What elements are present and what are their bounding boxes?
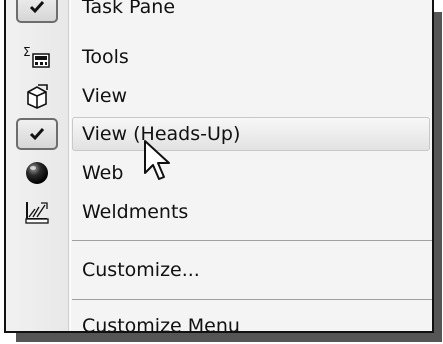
menu-item-label: View [82,85,128,107]
web-sphere-icon [18,159,56,187]
menu-item-view[interactable]: View [6,77,432,115]
menu-item-label: Tools [82,46,129,68]
menu-separator [72,299,432,300]
menu-item-weldments[interactable]: Weldments [6,193,432,231]
checked-state-box [16,118,58,150]
tools-icon: Σ [18,43,56,71]
view-cube-icon [18,82,56,110]
menu-item-label: Customize... [82,259,200,281]
menu-separator [72,240,432,241]
menu-item-view-heads-up[interactable]: View (Heads-Up) [6,115,432,153]
checked-state-box [16,0,58,23]
menu-item-web[interactable]: Web [6,154,432,192]
menu-item-tools[interactable]: Σ Tools [6,38,432,76]
context-menu: Task Pane Σ Tools View View (Heads-Up) W… [4,0,434,333]
weldments-icon [18,198,56,226]
menu-item-task-pane[interactable]: Task Pane [6,0,432,26]
menu-item-label: Customize Menu [82,315,240,333]
menu-item-customize-menu[interactable]: Customize Menu [6,307,432,333]
svg-text:Σ: Σ [23,45,31,59]
menu-item-label: Web [82,162,124,184]
menu-item-label: Weldments [82,201,189,223]
mouse-pointer-icon [144,140,170,180]
check-icon [29,128,45,141]
menu-item-customize[interactable]: Customize... [6,251,432,289]
menu-item-label: Task Pane [82,0,176,18]
check-icon [29,1,45,14]
